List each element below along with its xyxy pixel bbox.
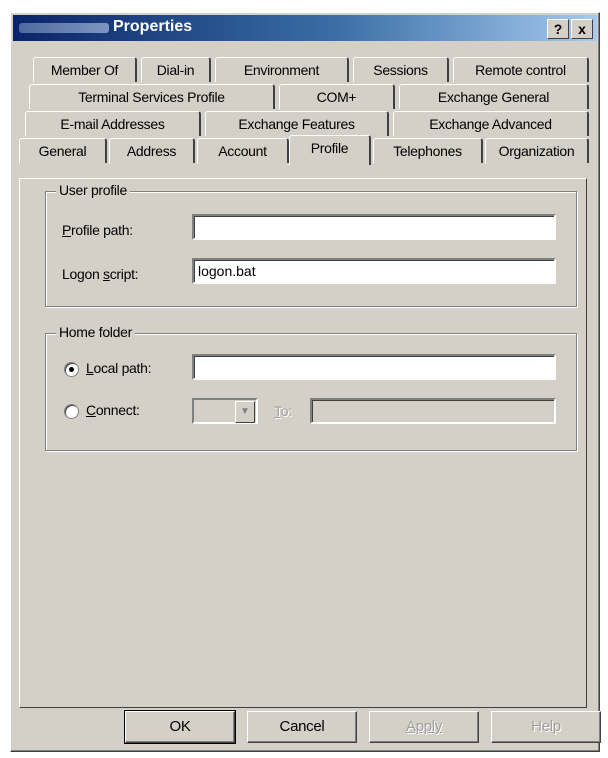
help-button[interactable]: ? <box>547 19 569 39</box>
profile-path-input[interactable] <box>192 214 556 240</box>
local-path-input[interactable] <box>192 354 556 380</box>
window-title: Properties <box>113 18 193 35</box>
drive-letter-combo[interactable]: ▼ <box>192 398 258 424</box>
properties-dialog: Properties ? x Member Of Dial-in Environ… <box>10 12 601 752</box>
tab-sessions[interactable]: Sessions <box>353 57 449 82</box>
tab-exchange-general[interactable]: Exchange General <box>399 84 589 109</box>
tab-row-1: Member Of Dial-in Environment Sessions R… <box>19 57 591 83</box>
tab-row-3: E-mail Addresses Exchange Features Excha… <box>19 111 591 137</box>
tab-telephones[interactable]: Telephones <box>373 138 483 163</box>
tab-dial-in[interactable]: Dial-in <box>141 57 211 82</box>
user-profile-group: User profile Profile path: Logon script: <box>45 182 577 307</box>
tab-email-addresses[interactable]: E-mail Addresses <box>25 111 201 136</box>
tab-exchange-advanced[interactable]: Exchange Advanced <box>393 111 589 136</box>
chevron-down-icon[interactable]: ▼ <box>235 401 255 423</box>
local-path-label[interactable]: Local path: <box>86 360 152 376</box>
help-bottom-button[interactable]: Help <box>491 711 601 743</box>
tab-com-plus[interactable]: COM+ <box>279 84 395 109</box>
title-bar[interactable]: Properties ? x <box>13 15 597 41</box>
tab-profile[interactable]: Profile <box>289 135 371 165</box>
tab-terminal-services-profile[interactable]: Terminal Services Profile <box>29 84 275 109</box>
radio-selected-dot <box>69 367 74 372</box>
user-profile-group-title: User profile <box>56 182 130 198</box>
profile-path-label-rest: rofile path: <box>71 222 133 238</box>
ok-button[interactable]: OK <box>124 710 236 744</box>
tab-member-of[interactable]: Member Of <box>33 57 137 82</box>
tab-account[interactable]: Account <box>197 138 289 163</box>
home-folder-group: Home folder Local path: Connect: ▼ To: <box>45 324 577 451</box>
tab-environment[interactable]: Environment <box>215 57 349 82</box>
home-folder-group-title: Home folder <box>56 324 135 340</box>
to-label: To: <box>274 403 292 419</box>
local-path-radio[interactable] <box>64 362 79 377</box>
tab-address[interactable]: Address <box>109 138 195 163</box>
connect-to-input[interactable] <box>310 398 556 424</box>
close-button[interactable]: x <box>571 19 593 39</box>
tab-remote-control[interactable]: Remote control <box>453 57 589 82</box>
tab-organization[interactable]: Organization <box>485 138 589 163</box>
tab-row-4: General Address Account Profile Telephon… <box>19 135 591 165</box>
connect-radio[interactable] <box>64 404 79 419</box>
apply-button[interactable]: Apply <box>369 711 479 743</box>
profile-path-label: Profile path: <box>62 222 133 238</box>
apply-label: Apply <box>405 718 443 735</box>
tab-row-2: Terminal Services Profile COM+ Exchange … <box>19 84 591 110</box>
cancel-button[interactable]: Cancel <box>247 711 357 743</box>
connect-label[interactable]: Connect: <box>86 402 140 418</box>
blurred-username <box>19 23 109 33</box>
logon-script-label: Logon script: <box>62 266 139 282</box>
tab-exchange-features[interactable]: Exchange Features <box>205 111 389 136</box>
logon-script-input[interactable] <box>192 258 556 284</box>
tab-general[interactable]: General <box>19 138 107 163</box>
